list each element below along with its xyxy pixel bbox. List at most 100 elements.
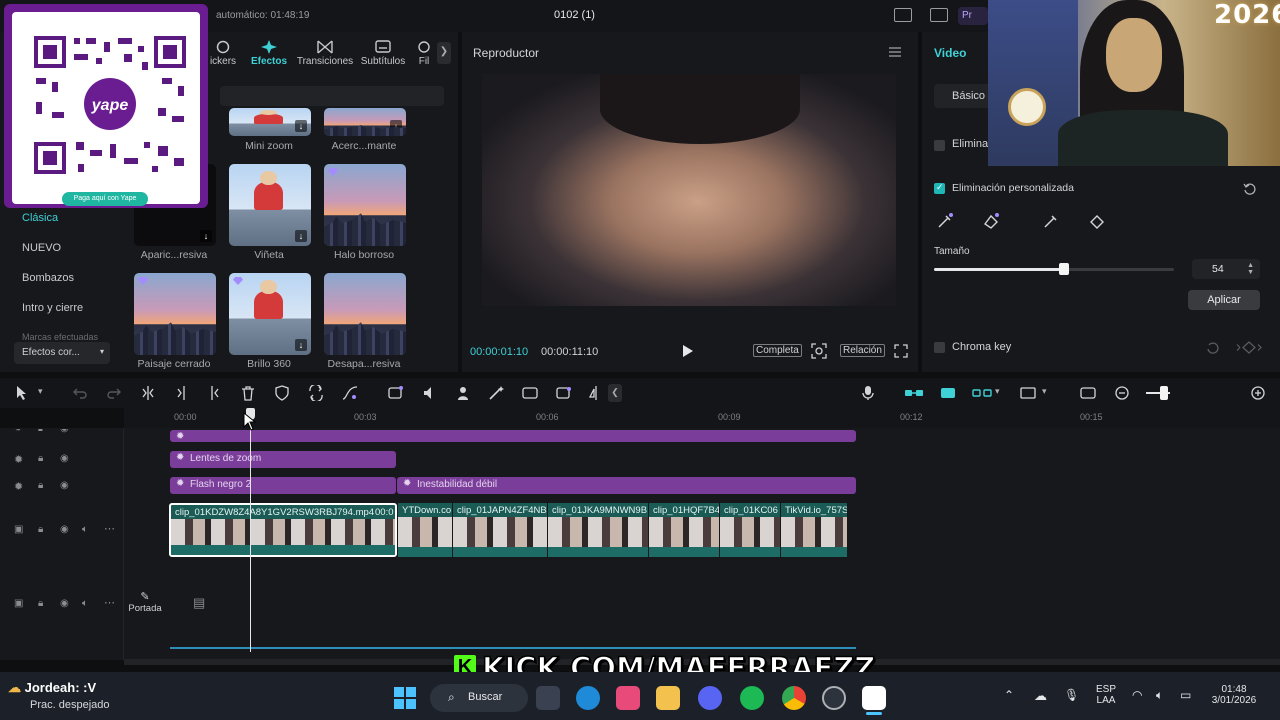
tab-transitions[interactable]: Transiciones	[296, 40, 354, 67]
audio-icon[interactable]	[422, 385, 438, 401]
smart-eraser-icon[interactable]	[982, 212, 1000, 230]
fx-clip[interactable]: Inestabilidad débil	[397, 477, 856, 494]
chevron-up-icon[interactable]: ⌃	[1004, 688, 1014, 702]
effect-thumb-brillo-360[interactable]: ↓	[229, 273, 311, 355]
video-clip[interactable]: clip_01HQF7B4	[649, 503, 719, 557]
chroma-key-checkbox[interactable]	[934, 342, 945, 353]
microphone-icon[interactable]	[860, 385, 876, 401]
redo-icon[interactable]	[106, 385, 122, 401]
eye-icon[interactable]: ◉	[60, 453, 69, 464]
aspect-ratio-button[interactable]: Relación	[840, 344, 885, 357]
discord-icon[interactable]	[698, 686, 722, 710]
menu-icon[interactable]	[888, 46, 902, 58]
fx-clip[interactable]: Flash negro 2	[170, 477, 396, 494]
video-clip-selected[interactable]: clip_01KDZW8Z4A8Y1GV2RSW3RBJ794.mp4 00:0	[169, 503, 397, 557]
shield-icon[interactable]	[274, 385, 290, 401]
custom-removal-checkbox[interactable]	[934, 182, 945, 194]
effect-thumb-paisaje-cerrado[interactable]: ↓	[134, 273, 216, 355]
eye-icon[interactable]: ◉	[60, 480, 69, 491]
size-slider-handle[interactable]	[1059, 263, 1069, 275]
keyframe-icon[interactable]	[1236, 341, 1262, 354]
sidebar-item-intro[interactable]: Intro y cierre	[22, 302, 83, 314]
sidebar-item-bombazos[interactable]: Bombazos	[22, 272, 74, 284]
chevron-down-icon[interactable]: ▾	[995, 386, 1000, 397]
toolbar-scroll-left-button[interactable]: ❮	[608, 384, 622, 402]
effect-thumb-acercamiento[interactable]: ↓	[324, 108, 406, 136]
zoom-out-icon[interactable]	[1114, 385, 1130, 401]
loop-icon[interactable]	[308, 385, 324, 401]
layout-icon[interactable]	[894, 8, 912, 22]
tab-effects[interactable]: Efectos	[244, 40, 294, 67]
sidebar-item-nuevo[interactable]: NUEVO	[22, 242, 61, 254]
shortcuts-icon[interactable]	[930, 8, 948, 22]
time-ruler[interactable]	[124, 408, 1280, 428]
lock-icon[interactable]: 🔒︎	[38, 453, 43, 464]
chevron-down-icon[interactable]: ▾	[38, 386, 43, 397]
lock-icon[interactable]: 🔒︎	[38, 429, 43, 434]
edge-icon[interactable]	[576, 686, 600, 710]
screen-layout-icon[interactable]	[1020, 385, 1036, 401]
remove-bg-checkbox[interactable]	[934, 140, 945, 151]
mirror-icon[interactable]	[588, 385, 604, 401]
effect-thumb-halo-borroso[interactable]: ↓	[324, 164, 406, 246]
reset-icon[interactable]	[1206, 341, 1219, 354]
image-edit-icon[interactable]	[556, 385, 572, 401]
tabs-scroll-right-button[interactable]: ❯	[437, 42, 451, 64]
tab-basic[interactable]: Básico	[934, 84, 994, 108]
wifi-icon[interactable]: ◠	[1132, 688, 1142, 702]
undo-icon[interactable]	[72, 385, 88, 401]
eye-icon[interactable]: ◉	[60, 524, 69, 535]
magnet-link-icon[interactable]	[904, 385, 924, 401]
lock-icon[interactable]: 🔒︎	[38, 598, 43, 609]
obs-icon[interactable]	[822, 686, 846, 710]
battery-icon[interactable]: ▭	[1180, 688, 1191, 702]
volume-icon[interactable]: 🔈︎	[1156, 688, 1163, 703]
effect-thumb-vineta[interactable]: ↓	[229, 164, 311, 246]
brush-icon[interactable]	[1042, 212, 1060, 230]
eraser-icon[interactable]	[1088, 212, 1106, 230]
fx-clip-top[interactable]	[170, 430, 856, 442]
keyframe-curve-icon[interactable]	[342, 385, 358, 401]
sidebar-item-marcas[interactable]: Marcas efectuadas	[22, 332, 98, 340]
video-clip[interactable]: YTDown.co	[398, 503, 452, 557]
cloud-sync-icon[interactable]: ☁	[1034, 688, 1047, 704]
taskbar-search[interactable]: ⌕ Buscar	[430, 684, 528, 712]
video-clip[interactable]: TikVid.io_757S	[781, 503, 847, 557]
stepper-icon[interactable]: ▲ ▼	[1247, 262, 1254, 276]
video-preview[interactable]	[482, 74, 896, 306]
magic-wand-icon[interactable]	[488, 385, 504, 401]
pro-badge[interactable]: Pr	[958, 7, 988, 25]
windows-start-icon[interactable]	[394, 687, 416, 709]
spotify-icon[interactable]	[740, 686, 764, 710]
category-dropdown[interactable]: Efectos cor... ▾	[14, 342, 110, 364]
speaker-icon[interactable]: 🔈︎	[82, 524, 88, 535]
split-left-icon[interactable]	[174, 385, 190, 401]
more-icon[interactable]: ⋯	[104, 522, 115, 535]
tab-subtitles[interactable]: Subtítulos	[358, 40, 408, 67]
video-clip[interactable]: clip_01JAPN4ZF4NB	[453, 503, 547, 557]
full-view-button[interactable]: Completa	[753, 344, 802, 357]
tab-filters[interactable]: Fil	[412, 40, 436, 67]
zoom-slider-handle[interactable]	[1160, 386, 1168, 400]
sidebar-item-clasica[interactable]: Clásica	[22, 212, 58, 224]
eye-icon[interactable]: ◉	[60, 598, 69, 609]
video-clip[interactable]: clip_01KC06	[720, 503, 780, 557]
link-icon[interactable]	[972, 385, 992, 401]
hd-icon[interactable]	[522, 385, 538, 401]
ai-edit-icon[interactable]	[388, 385, 404, 401]
playhead-line[interactable]	[250, 410, 251, 652]
cover-button[interactable]: ✎ Portada	[128, 590, 162, 620]
lock-icon[interactable]: 🔒︎	[38, 524, 43, 535]
play-icon[interactable]	[682, 344, 694, 358]
store-icon[interactable]	[616, 686, 640, 710]
person-add-icon[interactable]	[456, 385, 472, 401]
language-indicator[interactable]: ESP LAA	[1094, 684, 1118, 706]
more-icon[interactable]: ⋯	[104, 596, 115, 609]
task-view-icon[interactable]	[536, 686, 560, 710]
reset-icon[interactable]	[1243, 182, 1256, 195]
effect-thumb-mini-zoom[interactable]: ↓	[229, 108, 311, 136]
microphone-tray-icon[interactable]: 🎙︎	[1064, 688, 1079, 702]
delete-icon[interactable]	[240, 385, 256, 401]
fullscreen-icon[interactable]	[894, 344, 908, 358]
file-explorer-icon[interactable]	[656, 686, 680, 710]
